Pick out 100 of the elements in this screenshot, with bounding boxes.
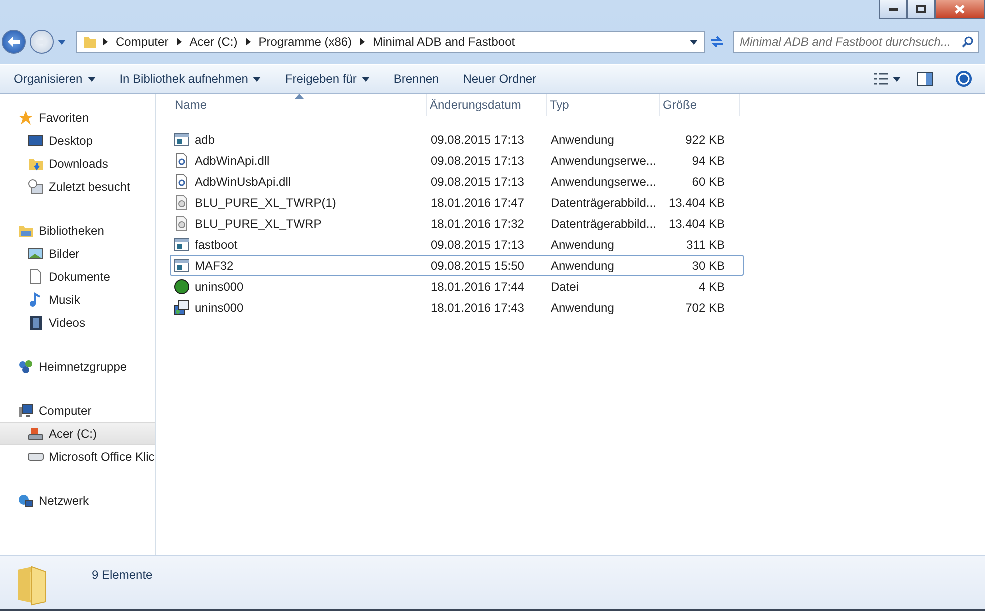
drive-icon: [28, 452, 44, 460]
type-cell-text: Datenträgerabbild...: [550, 196, 658, 210]
size-cell-text: 4 KB: [698, 280, 725, 294]
back-arrow-icon: [8, 37, 20, 47]
toolbar-button[interactable]: Freigeben für: [277, 69, 378, 89]
file-row[interactable]: fastboot 09.08.2015 17:13 Anwendung 311 KB: [170, 234, 744, 255]
help-icon[interactable]: [955, 70, 973, 88]
sidebar-label: Videos: [49, 316, 86, 330]
gear-file-icon: [174, 152, 190, 168]
file-row[interactable]: MAF32 09.08.2015 15:50 Anwendung 30 KB: [170, 255, 744, 276]
list-view-icon: [874, 73, 888, 85]
sidebar-item[interactable]: Acer (C:): [0, 422, 155, 445]
type-cell-text: Anwendungserwe...: [550, 174, 658, 188]
size-cell-text: 702 KB: [684, 300, 725, 314]
breadcrumb[interactable]: Minimal ADB and Fastboot: [371, 35, 518, 49]
file-row[interactable]: AdbWinUsbApi.dll 09.08.2015 17:13 Anwendungserwe... 60 KB: [170, 171, 744, 192]
file-name: BLU_PURE_XL_TWRP(1): [195, 196, 336, 210]
type-cell-text: Anwendung: [550, 238, 616, 252]
sidebar-item[interactable]: Computer: [0, 399, 155, 422]
file-row[interactable]: unins000 18.01.2016 17:44 Datei 4 KB: [170, 276, 744, 297]
size-cell-text: 922 KB: [684, 132, 725, 146]
installer-icon: [174, 300, 190, 316]
sidebar-label: Acer (C:): [49, 426, 97, 440]
address-bar[interactable]: Computer Acer (C:) Programme (x86) Minimal ADB and Fastboot: [76, 31, 705, 53]
maximize-icon: [916, 5, 926, 13]
maximize-button[interactable]: [907, 0, 935, 19]
toolbar-button[interactable]: Neuer Ordner: [455, 69, 545, 89]
column-header[interactable]: Typ: [547, 94, 660, 116]
chevron-icon[interactable]: [360, 38, 366, 46]
file-name: MAF32: [195, 258, 234, 272]
file-name: AdbWinApi.dll: [195, 154, 270, 168]
file-row[interactable]: BLU_PURE_XL_TWRP 18.01.2016 17:32 Datenträgerabbild... 13.404 KB: [170, 213, 744, 234]
sidebar-item[interactable]: Microsoft Office Klic: [0, 445, 155, 468]
date-cell-text: 09.08.2015 17:13: [430, 174, 526, 188]
column-header[interactable]: Größe: [660, 94, 740, 116]
type-cell-text: Anwendung: [550, 258, 616, 272]
window-icon: [174, 132, 190, 148]
disc-file-icon: [174, 216, 190, 232]
size-cell-text: 13.404 KB: [668, 216, 725, 230]
sidebar-item[interactable]: Favoriten: [0, 106, 155, 129]
toolbar-button[interactable]: Brennen: [386, 69, 448, 89]
type-cell-text: Anwendung: [550, 300, 616, 314]
preview-pane-icon[interactable]: [917, 72, 933, 86]
dropdown-caret-icon[interactable]: [690, 40, 698, 44]
caret-icon: [893, 76, 901, 82]
minimize-button[interactable]: [879, 0, 907, 19]
sidebar-item[interactable]: Netzwerk: [0, 489, 155, 512]
sidebar-item[interactable]: Musik: [0, 288, 155, 311]
sidebar-item[interactable]: Dokumente: [0, 265, 155, 288]
size-cell-text: 60 KB: [691, 174, 725, 188]
file-name: unins000: [195, 300, 244, 314]
sidebar-label: Bibliotheken: [39, 224, 104, 238]
date-cell-text: 09.08.2015 15:50: [430, 258, 526, 272]
type-cell-text: Datei: [550, 280, 580, 294]
sidebar-label: Bilder: [49, 246, 80, 260]
back-button[interactable]: [2, 30, 26, 54]
sidebar-label: Microsoft Office Klic: [49, 450, 155, 464]
column-header[interactable]: Name: [172, 94, 427, 116]
chevron-icon[interactable]: [176, 38, 182, 46]
search-field[interactable]: Minimal ADB and Fastboot durchsuch...: [733, 31, 979, 53]
sidebar-item[interactable]: Downloads: [0, 152, 155, 175]
sidebar-item[interactable]: Videos: [0, 311, 155, 334]
close-button[interactable]: [935, 0, 985, 19]
sidebar-item[interactable]: Bibliotheken: [0, 219, 155, 242]
breadcrumb[interactable]: Acer (C:): [188, 35, 240, 49]
sidebar-label: Computer: [39, 404, 92, 418]
forward-button[interactable]: [30, 30, 54, 54]
file-row[interactable]: BLU_PURE_XL_TWRP(1) 18.01.2016 17:47 Datenträgerabbild... 13.404 KB: [170, 192, 744, 213]
sidebar-item[interactable]: Bilder: [0, 242, 155, 265]
date-cell-text: 09.08.2015 17:13: [430, 238, 526, 252]
history-caret-icon[interactable]: [58, 40, 66, 44]
size-cell-text: 94 KB: [691, 154, 725, 168]
sidebar-label: Zuletzt besucht: [49, 180, 130, 194]
refresh-icon[interactable]: [709, 34, 725, 50]
date-cell-text: 18.01.2016 17:43: [430, 300, 526, 314]
file-row[interactable]: AdbWinApi.dll 09.08.2015 17:13 Anwendungserwe... 94 KB: [170, 150, 744, 171]
breadcrumb[interactable]: Programme (x86): [256, 35, 354, 49]
sidebar-label: Favoriten: [39, 110, 90, 124]
toolbar-button[interactable]: Organisieren: [6, 69, 104, 89]
breadcrumb[interactable]: Computer: [114, 35, 171, 49]
size-cell-text: 13.404 KB: [668, 196, 725, 210]
sidebar-item[interactable]: Zuletzt besucht: [0, 175, 155, 198]
sidebar-label: Desktop: [49, 134, 94, 148]
chevron-icon[interactable]: [103, 38, 108, 46]
column-header[interactable]: Änderungsdatum: [427, 94, 547, 116]
close-icon: [955, 4, 965, 14]
date-cell-text: 09.08.2015 17:13: [430, 132, 526, 146]
film-icon: [28, 314, 44, 330]
file-row[interactable]: unins000 18.01.2016 17:43 Anwendung 702 KB: [170, 297, 744, 318]
sidebar-item[interactable]: Desktop: [0, 129, 155, 152]
computer-icon: [18, 402, 34, 418]
file-row[interactable]: adb 09.08.2015 17:13 Anwendung 922 KB: [170, 129, 744, 150]
sidebar-item[interactable]: Heimnetzgruppe: [0, 355, 155, 378]
file-name: BLU_PURE_XL_TWRP: [195, 216, 322, 230]
picture-icon: [28, 246, 44, 262]
chevron-icon[interactable]: [246, 38, 251, 46]
file-name: adb: [195, 132, 216, 146]
status-text: 9 Elemente: [92, 568, 153, 582]
toolbar-button[interactable]: In Bibliothek aufnehmen: [112, 69, 270, 89]
size-cell-text: 30 KB: [691, 258, 725, 272]
